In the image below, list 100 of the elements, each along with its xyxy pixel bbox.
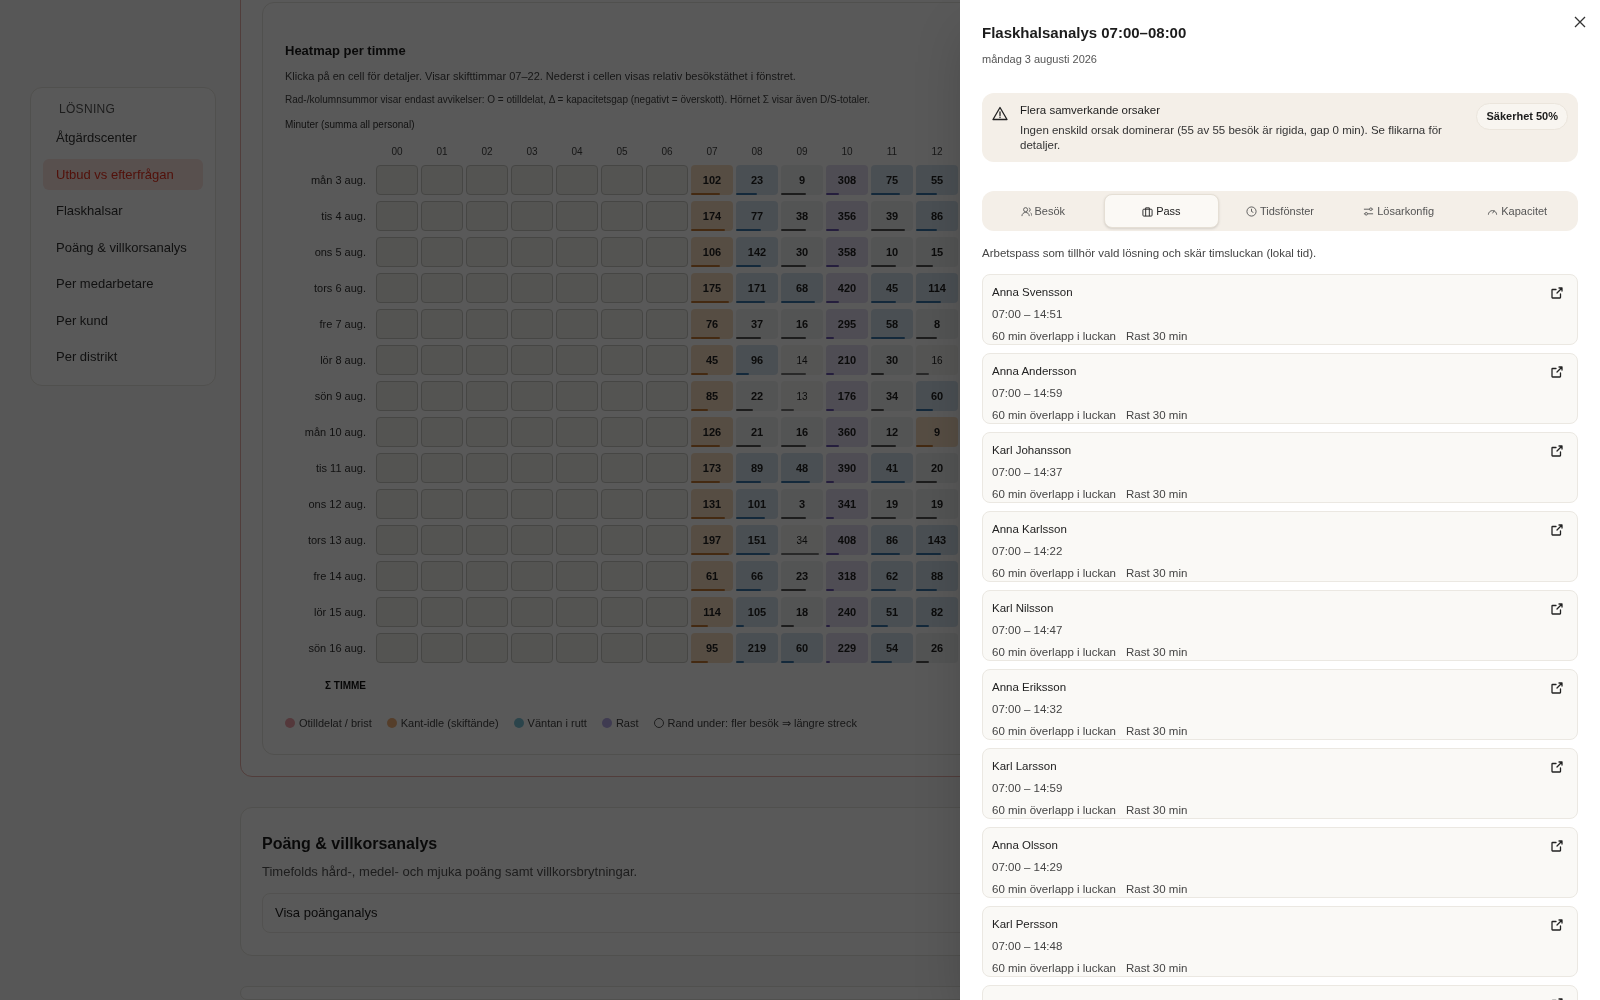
heatmap-cell[interactable]: 318 xyxy=(826,561,868,591)
sidebar-item[interactable]: Per distrikt xyxy=(43,341,203,373)
heatmap-cell[interactable]: 77 xyxy=(736,201,778,231)
sidebar-item[interactable]: Per medarbetare xyxy=(43,268,203,300)
heatmap-cell[interactable]: 101 xyxy=(736,489,778,519)
heatmap-cell[interactable]: 18 xyxy=(781,597,823,627)
heatmap-cell[interactable]: 75 xyxy=(871,165,913,195)
heatmap-cell[interactable]: 37 xyxy=(736,309,778,339)
external-link-icon[interactable] xyxy=(1550,680,1564,695)
external-link-icon[interactable] xyxy=(1550,364,1564,379)
external-link-icon[interactable] xyxy=(1550,285,1564,300)
sidebar-item[interactable]: Per kund xyxy=(43,304,203,336)
heatmap-cell[interactable]: 60 xyxy=(781,633,823,663)
heatmap-cell[interactable]: 360 xyxy=(826,417,868,447)
tab[interactable]: Besök xyxy=(985,194,1101,229)
heatmap-cell[interactable]: 96 xyxy=(736,345,778,375)
heatmap-cell[interactable]: 295 xyxy=(826,309,868,339)
heatmap-cell[interactable]: 62 xyxy=(871,561,913,591)
heatmap-cell[interactable]: 13 xyxy=(781,381,823,411)
heatmap-cell[interactable]: 55 xyxy=(916,165,958,195)
heatmap-cell[interactable]: 102 xyxy=(691,165,733,195)
heatmap-cell[interactable]: 19 xyxy=(916,489,958,519)
heatmap-cell[interactable]: 20 xyxy=(916,453,958,483)
shift-card[interactable]: Karl Johansson 07:00 – 14:37 60 min överlapp i luckan Rast 30 min xyxy=(982,431,1578,503)
sidebar-item[interactable]: Flaskhalsar xyxy=(43,195,203,227)
external-link-icon[interactable] xyxy=(1550,917,1564,932)
heatmap-cell[interactable]: 174 xyxy=(691,201,733,231)
heatmap-cell[interactable]: 23 xyxy=(736,165,778,195)
heatmap-cell[interactable]: 34 xyxy=(781,525,823,555)
tab[interactable]: Kapacitet xyxy=(1459,194,1575,229)
heatmap-cell[interactable]: 171 xyxy=(736,273,778,303)
heatmap-cell[interactable]: 60 xyxy=(916,381,958,411)
heatmap-cell[interactable]: 105 xyxy=(736,597,778,627)
heatmap-cell[interactable]: 12 xyxy=(871,417,913,447)
shift-card[interactable]: Anna Andersson 07:00 – 14:59 60 min överlapp i luckan Rast 30 min xyxy=(982,352,1578,424)
heatmap-cell[interactable]: 66 xyxy=(736,561,778,591)
heatmap-cell[interactable]: 76 xyxy=(691,309,733,339)
external-link-icon[interactable] xyxy=(1550,443,1564,458)
heatmap-cell[interactable]: 15 xyxy=(916,237,958,267)
heatmap-cell[interactable]: 85 xyxy=(691,381,733,411)
heatmap-cell[interactable]: 142 xyxy=(736,237,778,267)
external-link-icon[interactable] xyxy=(1550,838,1564,853)
heatmap-cell[interactable]: 16 xyxy=(781,309,823,339)
heatmap-cell[interactable]: 16 xyxy=(781,417,823,447)
heatmap-cell[interactable]: 68 xyxy=(781,273,823,303)
shift-card[interactable]: Anna Karlsson 07:00 – 14:22 60 min överlapp i luckan Rast 30 min xyxy=(982,510,1578,582)
heatmap-cell[interactable]: 26 xyxy=(916,633,958,663)
heatmap-cell[interactable]: 173 xyxy=(691,453,733,483)
shift-card[interactable]: Anna Eriksson 07:00 – 14:32 60 min överlapp i luckan Rast 30 min xyxy=(982,668,1578,740)
heatmap-cell[interactable]: 8 xyxy=(916,309,958,339)
heatmap-cell[interactable]: 3 xyxy=(781,489,823,519)
heatmap-cell[interactable]: 106 xyxy=(691,237,733,267)
heatmap-cell[interactable]: 358 xyxy=(826,237,868,267)
shift-card[interactable]: Karl Nilsson 07:00 – 14:47 60 min överlapp i luckan Rast 30 min xyxy=(982,589,1578,661)
sidebar-item[interactable]: Poäng & villkorsanalys xyxy=(43,231,203,263)
heatmap-cell[interactable]: 21 xyxy=(736,417,778,447)
heatmap-cell[interactable]: 9 xyxy=(781,165,823,195)
heatmap-cell[interactable]: 151 xyxy=(736,525,778,555)
tab[interactable]: Tidsfönster xyxy=(1222,194,1338,229)
tab[interactable]: Lösarkonfig xyxy=(1340,194,1457,229)
heatmap-cell[interactable]: 131 xyxy=(691,489,733,519)
heatmap-cell[interactable]: 210 xyxy=(826,345,868,375)
heatmap-cell[interactable]: 143 xyxy=(916,525,958,555)
heatmap-cell[interactable]: 197 xyxy=(691,525,733,555)
heatmap-cell[interactable]: 88 xyxy=(916,561,958,591)
heatmap-cell[interactable]: 45 xyxy=(691,345,733,375)
heatmap-cell[interactable]: 126 xyxy=(691,417,733,447)
heatmap-cell[interactable]: 34 xyxy=(871,381,913,411)
heatmap-cell[interactable]: 45 xyxy=(871,273,913,303)
heatmap-cell[interactable]: 82 xyxy=(916,597,958,627)
heatmap-cell[interactable]: 10 xyxy=(871,237,913,267)
tab[interactable]: Pass xyxy=(1103,194,1220,229)
heatmap-cell[interactable]: 51 xyxy=(871,597,913,627)
heatmap-cell[interactable]: 176 xyxy=(826,381,868,411)
heatmap-cell[interactable]: 356 xyxy=(826,201,868,231)
heatmap-cell[interactable]: 38 xyxy=(781,201,823,231)
external-link-icon[interactable] xyxy=(1550,601,1564,616)
heatmap-cell[interactable]: 58 xyxy=(871,309,913,339)
heatmap-cell[interactable]: 240 xyxy=(826,597,868,627)
heatmap-cell[interactable]: 9 xyxy=(916,417,958,447)
heatmap-cell[interactable]: 30 xyxy=(781,237,823,267)
heatmap-cell[interactable]: 229 xyxy=(826,633,868,663)
heatmap-cell[interactable]: 14 xyxy=(781,345,823,375)
external-link-icon[interactable] xyxy=(1550,522,1564,537)
heatmap-cell[interactable]: 420 xyxy=(826,273,868,303)
heatmap-cell[interactable]: 408 xyxy=(826,525,868,555)
heatmap-cell[interactable]: 61 xyxy=(691,561,733,591)
sidebar-item[interactable]: Utbud vs efterfrågan xyxy=(43,158,203,190)
shift-card[interactable]: Karl Larsson 07:00 – 14:59 60 min överlapp i luckan Rast 30 min xyxy=(982,747,1578,819)
heatmap-cell[interactable]: 30 xyxy=(871,345,913,375)
heatmap-cell[interactable]: 308 xyxy=(826,165,868,195)
sidebar-item[interactable]: Åtgärdscenter xyxy=(43,122,203,154)
heatmap-cell[interactable]: 16 xyxy=(916,345,958,375)
heatmap-cell[interactable]: 114 xyxy=(916,273,958,303)
heatmap-cell[interactable]: 341 xyxy=(826,489,868,519)
heatmap-cell[interactable]: 219 xyxy=(736,633,778,663)
shift-card[interactable]: Karl Persson 07:00 – 14:48 60 min överlapp i luckan Rast 30 min xyxy=(982,905,1578,977)
heatmap-cell[interactable]: 390 xyxy=(826,453,868,483)
heatmap-cell[interactable]: 39 xyxy=(871,201,913,231)
heatmap-cell[interactable]: 19 xyxy=(871,489,913,519)
